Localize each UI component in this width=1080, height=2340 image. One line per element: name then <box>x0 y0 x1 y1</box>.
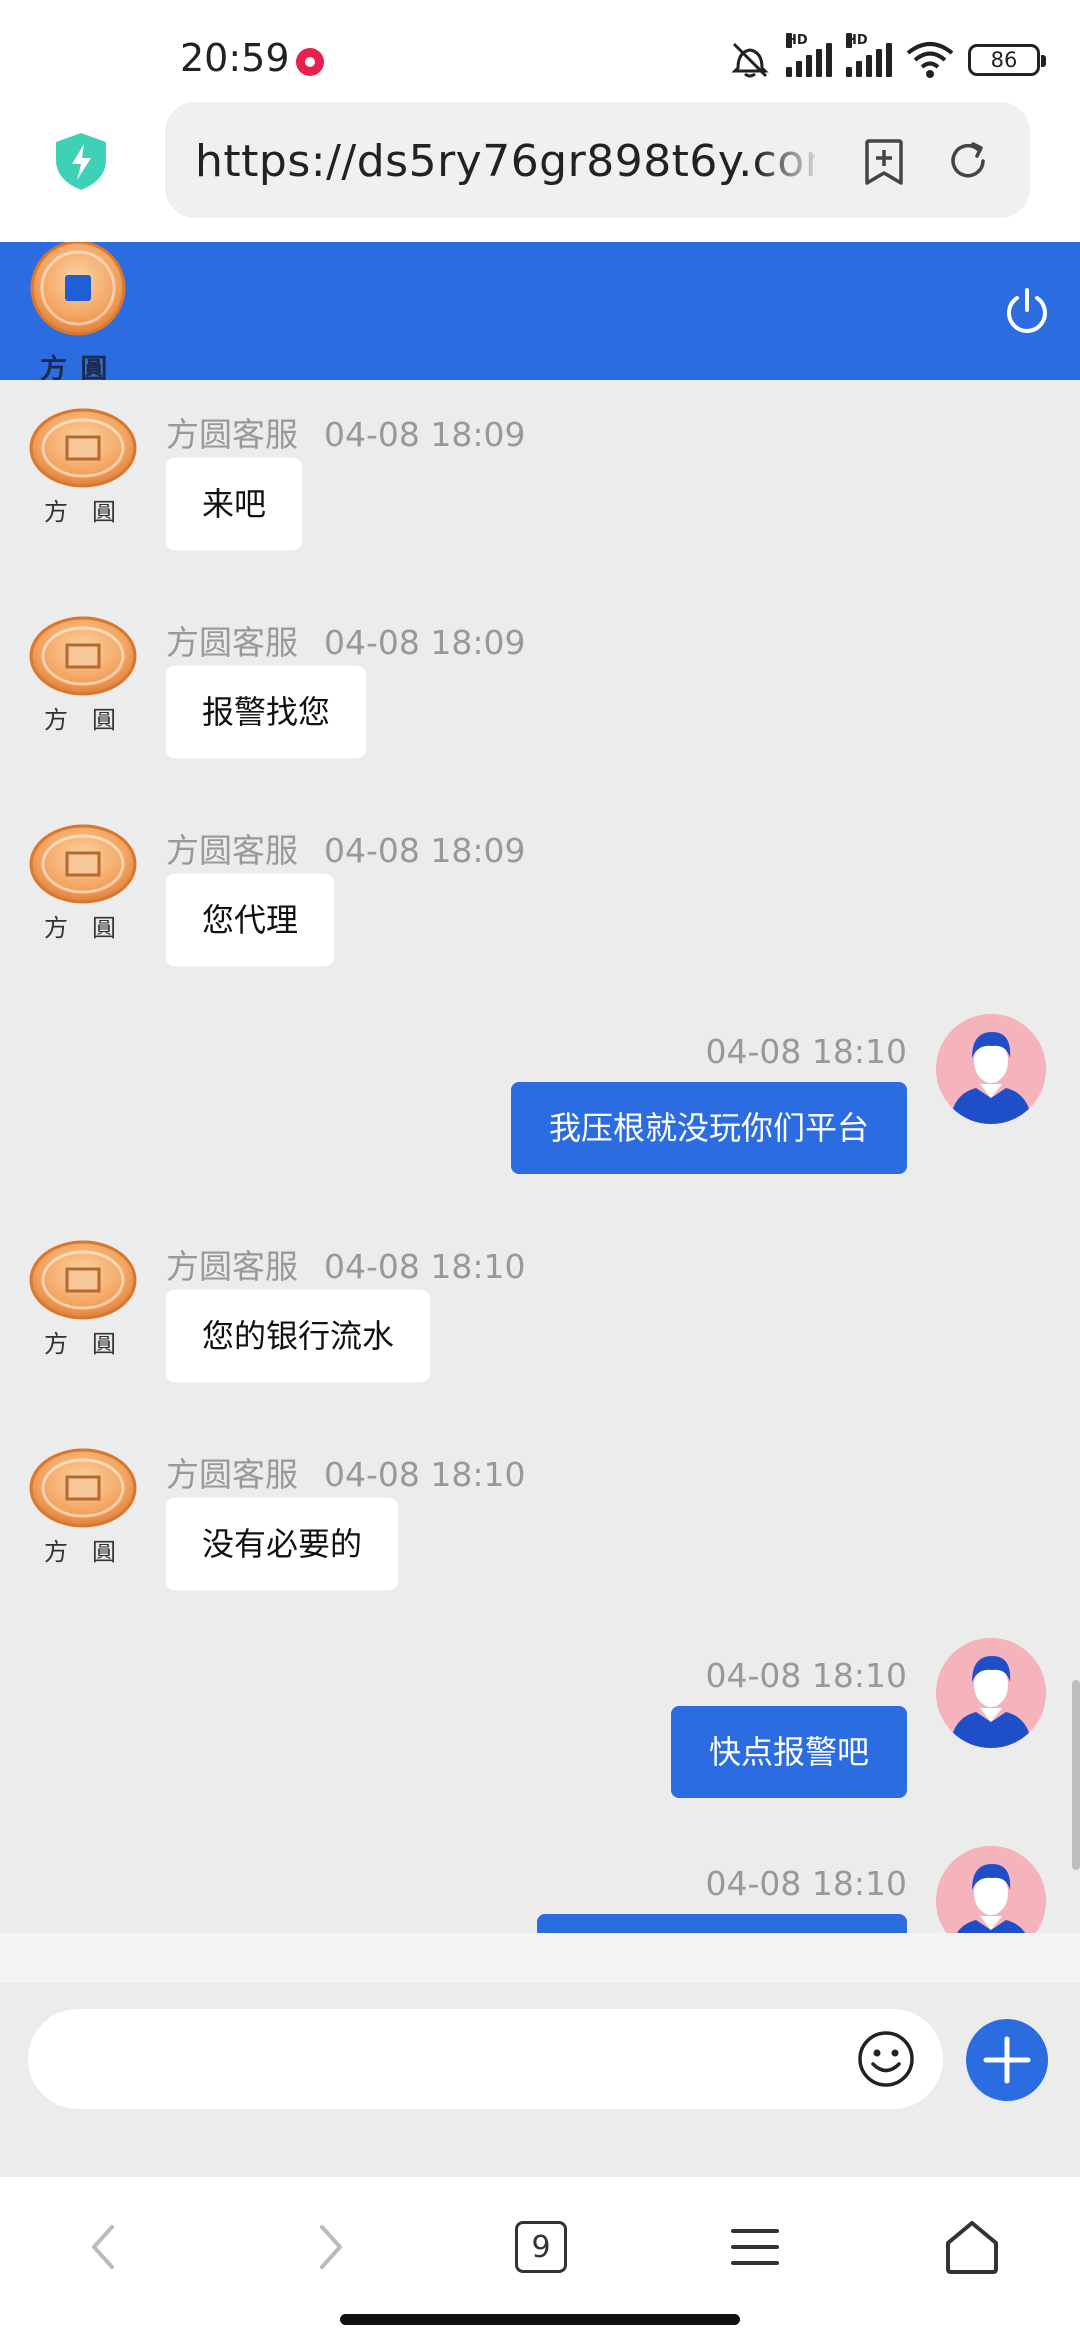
signal-1-icon: HD <box>786 33 832 77</box>
sender-name: 方圆客服 <box>166 623 298 662</box>
chevron-left-icon[interactable] <box>76 2217 136 2277</box>
message-time: 04-08 18:10 <box>705 1864 907 1903</box>
agent-avatar: 方 圓 <box>29 824 137 942</box>
svg-text:方: 方 <box>44 1330 68 1358</box>
bookmark-add-icon[interactable] <box>863 139 905 185</box>
message-meta: 方圆客服 04-08 18:09 <box>166 824 525 872</box>
reload-icon[interactable] <box>945 138 991 184</box>
menu-icon[interactable] <box>725 2217 785 2277</box>
message-time: 04-08 18:10 <box>324 1455 526 1494</box>
message-meta: 方圆客服 04-08 18:10 <box>166 1240 525 1288</box>
chat-messages[interactable]: 方 圓 方圆客服 04-08 18:09 来吧 方 圓 方圆客服 04-08 18:… <box>0 380 1080 1933</box>
message-time: 04-08 18:10 <box>705 1032 907 1071</box>
sender-name: 方圆客服 <box>166 1455 298 1494</box>
message-input[interactable] <box>28 2009 943 2109</box>
home-icon[interactable] <box>942 2217 1002 2277</box>
scrollbar-thumb[interactable] <box>1072 1680 1080 1870</box>
message-bubble[interactable]: 快点报警吧 <box>670 1706 907 1798</box>
message-meta: 方圆客服 04-08 18:09 <box>166 616 525 664</box>
user-avatar <box>936 1846 1046 1933</box>
shield-bolt-icon[interactable] <box>50 130 112 192</box>
svg-text:方: 方 <box>44 1538 68 1566</box>
status-bar: 20:59 HD HD 86 <box>0 0 1080 100</box>
message-bubble[interactable]: 报警找您 <box>166 666 367 758</box>
message-composer <box>0 1983 1080 2177</box>
url-fade <box>755 122 825 202</box>
svg-text:圓: 圓 <box>92 1330 116 1358</box>
svg-text:方: 方 <box>44 914 68 942</box>
message-time: 04-08 18:10 <box>705 1656 907 1695</box>
user-avatar <box>936 1638 1046 1748</box>
sender-name: 方圆客服 <box>166 415 298 454</box>
svg-text:方: 方 <box>44 706 68 734</box>
svg-text:圓: 圓 <box>92 914 116 942</box>
status-icons: HD HD 86 <box>728 33 1046 82</box>
chat-header: 方 圓 <box>0 242 1080 385</box>
message-meta: 方圆客服 04-08 18:10 <box>166 1448 525 1496</box>
message-bubble[interactable]: 来吧 <box>166 458 303 550</box>
add-attachment-button[interactable] <box>966 2019 1048 2101</box>
svg-text:圓: 圓 <box>92 706 116 734</box>
chevron-right-icon[interactable] <box>298 2217 358 2277</box>
status-time: 20:59 <box>180 36 290 80</box>
smiley-icon[interactable] <box>856 2029 916 2089</box>
tabs-button[interactable]: 9 <box>515 2221 567 2273</box>
plus-icon <box>983 2036 1031 2084</box>
screen-record-icon <box>296 48 324 76</box>
composer-gap <box>0 1933 1080 1983</box>
signal-2-icon: HD <box>846 33 892 77</box>
tab-count: 9 <box>531 2229 551 2265</box>
sender-name: 方圆客服 <box>166 831 298 870</box>
agent-avatar: 方 圓 <box>29 1240 137 1358</box>
message-bubble[interactable]: 我压根就没玩你们平台 <box>510 1082 907 1174</box>
message-meta: 方圆客服 04-08 18:09 <box>166 408 525 456</box>
message-bubble[interactable] <box>537 1914 907 1933</box>
browser-address-bar: https://ds5ry76gr898t6y.com <box>0 100 1080 242</box>
message-time: 04-08 18:10 <box>324 1247 526 1286</box>
message-bubble[interactable]: 您的银行流水 <box>166 1290 431 1382</box>
svg-text:方: 方 <box>44 498 68 526</box>
agent-avatar: 方 圓 <box>29 408 137 526</box>
agent-avatar: 方 圓 <box>29 1448 137 1566</box>
wifi-icon <box>906 42 954 78</box>
message-time: 04-08 18:09 <box>324 415 526 454</box>
url-field[interactable]: https://ds5ry76gr898t6y.com <box>165 102 1030 218</box>
browser-bottom-nav: 9 <box>0 2177 1080 2340</box>
message-time: 04-08 18:09 <box>324 623 526 662</box>
power-icon[interactable] <box>1002 286 1052 336</box>
vibrate-off-icon <box>731 42 769 78</box>
user-avatar <box>936 1014 1046 1124</box>
agent-avatar: 方 圓 <box>29 616 137 734</box>
battery-indicator: 86 <box>968 44 1046 76</box>
message-bubble[interactable]: 您代理 <box>166 874 335 966</box>
sender-name: 方圆客服 <box>166 1247 298 1286</box>
message-bubble[interactable]: 没有必要的 <box>166 1498 399 1590</box>
message-time: 04-08 18:09 <box>324 831 526 870</box>
home-indicator[interactable] <box>340 2314 740 2325</box>
svg-text:圓: 圓 <box>92 498 116 526</box>
url-text[interactable]: https://ds5ry76gr898t6y.com <box>195 136 815 187</box>
svg-text:圓: 圓 <box>92 1538 116 1566</box>
